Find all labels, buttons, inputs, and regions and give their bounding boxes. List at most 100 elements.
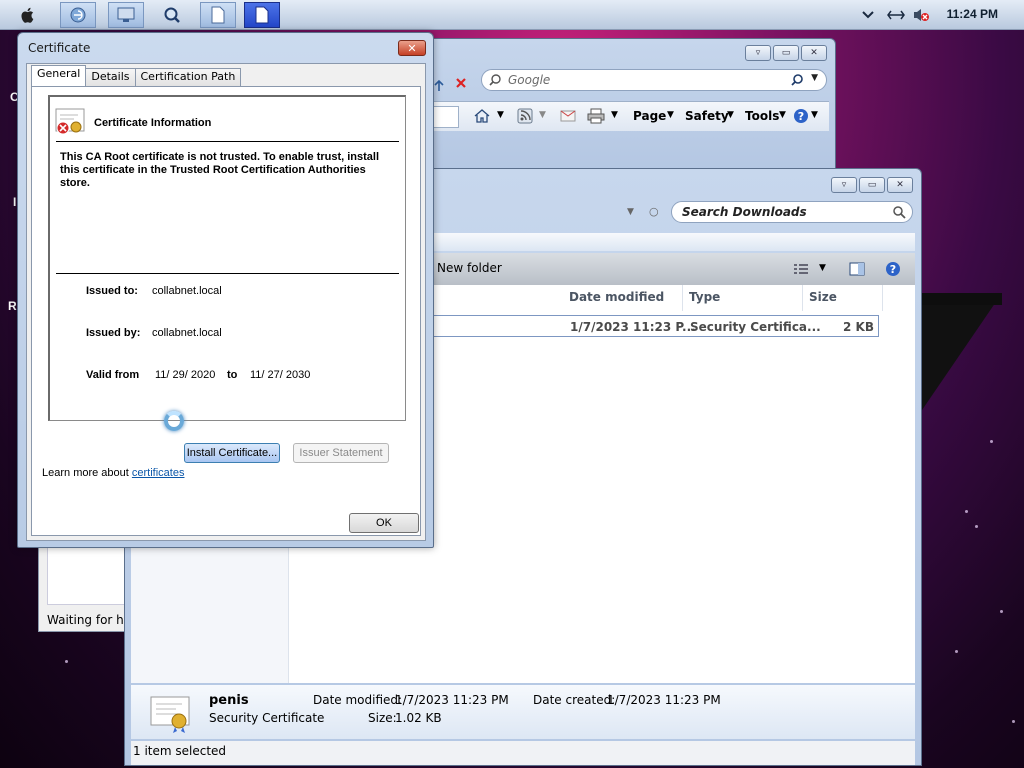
print-icon[interactable]: [587, 108, 605, 124]
tools-menu[interactable]: Tools: [745, 109, 779, 123]
chevron-down-icon[interactable]: ▼: [611, 110, 618, 120]
help-icon[interactable]: ?: [885, 261, 901, 277]
chevron-down-icon[interactable]: ▼: [779, 110, 786, 120]
status-text: 1 item selected: [133, 744, 227, 758]
chevron-down-icon[interactable]: ▼: [727, 110, 734, 120]
page-menu[interactable]: Page: [633, 109, 666, 123]
top-menu-bar: 11:24 PM: [0, 0, 1024, 30]
document-active-icon[interactable]: [244, 2, 280, 28]
browser-page-area: [47, 545, 127, 605]
search-go-icon[interactable]: [790, 73, 804, 87]
ie-search-placeholder: Google: [508, 73, 551, 87]
issued-to-value: collabnet.local: [152, 285, 222, 297]
column-type[interactable]: Type: [683, 285, 803, 311]
desktop-sparkle: [65, 660, 68, 663]
learn-more-label: Learn more about: [42, 467, 129, 479]
file-row-selected[interactable]: 1/7/2023 11:23 P... Security Certifica..…: [431, 315, 879, 337]
file-date: 1/7/2023 11:23 P...: [570, 320, 696, 334]
new-folder-button[interactable]: New folder: [437, 261, 502, 275]
search-icon[interactable]: [892, 205, 906, 219]
close-button[interactable]: ✕: [801, 45, 827, 61]
chevron-down-icon[interactable]: [862, 10, 874, 20]
window-caption-buttons: ▿ ▭ ✕: [831, 177, 913, 193]
desktop-sparkle: [990, 440, 993, 443]
minimize-button[interactable]: ▿: [745, 45, 771, 61]
feeds-icon[interactable]: [517, 108, 533, 124]
refresh-icon[interactable]: [433, 79, 445, 93]
busy-cursor-icon: [164, 411, 184, 431]
chevron-down-icon[interactable]: ▼: [811, 110, 818, 120]
maximize-button[interactable]: ▭: [773, 45, 799, 61]
svg-text:?: ?: [890, 263, 896, 276]
close-button[interactable]: ✕: [398, 40, 426, 56]
date-modified-value: 1/7/2023 11:23 PM: [395, 693, 509, 707]
install-certificate-button[interactable]: Install Certificate...: [184, 443, 280, 463]
document-icon[interactable]: [200, 2, 236, 28]
chevron-down-icon[interactable]: ▼: [667, 110, 674, 120]
tab-details[interactable]: Details: [85, 68, 136, 86]
desktop-wallpaper-shape: [920, 293, 1002, 305]
network-icon[interactable]: [886, 8, 906, 22]
issuer-statement-button[interactable]: Issuer Statement: [293, 443, 389, 463]
desktop-icon-label[interactable]: R: [8, 299, 17, 313]
minimize-button[interactable]: ▿: [831, 177, 857, 193]
system-tray: [862, 0, 930, 30]
tab-certification-path[interactable]: Certification Path: [134, 68, 242, 86]
certificate-icon: [150, 696, 190, 733]
certificate-untrusted-icon: [55, 108, 85, 135]
details-pane: penis Security Certificate Date modified…: [131, 685, 915, 739]
apple-icon[interactable]: [10, 2, 46, 28]
divider: [56, 141, 399, 142]
home-icon[interactable]: [473, 108, 491, 124]
ie-command-bar: ▼ ▼ ▼ Page ▼ Safety ▼ Tools ▼ ? ▼: [417, 101, 829, 131]
valid-to-label: to: [227, 369, 238, 381]
desktop-sparkle: [975, 525, 978, 528]
maximize-button[interactable]: ▭: [859, 177, 885, 193]
valid-from-value: 11/ 29/ 2020: [155, 369, 216, 381]
date-created-value: 1/7/2023 11:23 PM: [607, 693, 721, 707]
ie-icon[interactable]: [60, 2, 96, 28]
column-size[interactable]: Size: [803, 285, 883, 311]
volume-muted-icon[interactable]: [912, 7, 930, 23]
ie-search-input[interactable]: Google ▼: [481, 69, 827, 91]
tab-strip: General Details Certification Path: [31, 65, 242, 86]
certificates-link[interactable]: certificates: [132, 467, 185, 479]
issued-by-label: Issued by:: [86, 327, 141, 339]
explorer-search-input[interactable]: Search Downloads: [671, 201, 913, 223]
dialog-client-area: General Details Certification Path Certi…: [26, 63, 426, 541]
tab-general[interactable]: General: [31, 65, 87, 86]
mail-icon[interactable]: [560, 110, 576, 122]
search-icon[interactable]: [154, 2, 190, 28]
monitor-icon[interactable]: [108, 2, 144, 28]
refresh-icon[interactable]: ○: [649, 205, 659, 218]
chevron-down-icon[interactable]: ▼: [497, 110, 504, 120]
preview-pane-icon[interactable]: [849, 262, 865, 276]
menubar-clock: 11:24 PM: [946, 7, 998, 21]
stop-icon[interactable]: [455, 77, 467, 89]
browser-loading-window[interactable]: Waiting for htt: [38, 540, 128, 632]
chevron-down-icon[interactable]: ▼: [819, 263, 826, 273]
desktop-sparkle: [1000, 610, 1003, 613]
safety-menu[interactable]: Safety: [685, 109, 729, 123]
view-options-icon[interactable]: [793, 263, 809, 275]
desktop-wallpaper-shape: [920, 293, 1002, 413]
chevron-down-icon[interactable]: ▼: [811, 73, 818, 83]
valid-from-label: Valid from: [86, 369, 140, 381]
status-bar: 1 item selected: [131, 741, 915, 765]
divider: [56, 273, 399, 274]
chevron-down-icon[interactable]: ▼: [627, 207, 634, 217]
ie-window[interactable]: ▿ ▭ ✕ Google ▼ ▼ ▼ ▼ Page ▼ Safety ▼ Too…: [410, 38, 836, 180]
column-date-modified[interactable]: Date modified: [563, 285, 683, 311]
close-button[interactable]: ✕: [887, 177, 913, 193]
browser-status-text: Waiting for htt: [47, 613, 127, 627]
help-icon[interactable]: ?: [793, 108, 809, 124]
ok-button[interactable]: OK: [349, 513, 419, 533]
certificate-dialog[interactable]: Certificate ✕ General Details Certificat…: [17, 32, 434, 548]
dialog-title: Certificate: [28, 41, 91, 55]
size-label: Size:: [368, 711, 397, 725]
desktop-icon-label[interactable]: I: [13, 195, 16, 209]
search-icon: [489, 74, 501, 86]
issued-by-value: collabnet.local: [152, 327, 222, 339]
chevron-down-icon[interactable]: ▼: [539, 110, 546, 120]
date-created-label: Date created:: [533, 693, 616, 707]
